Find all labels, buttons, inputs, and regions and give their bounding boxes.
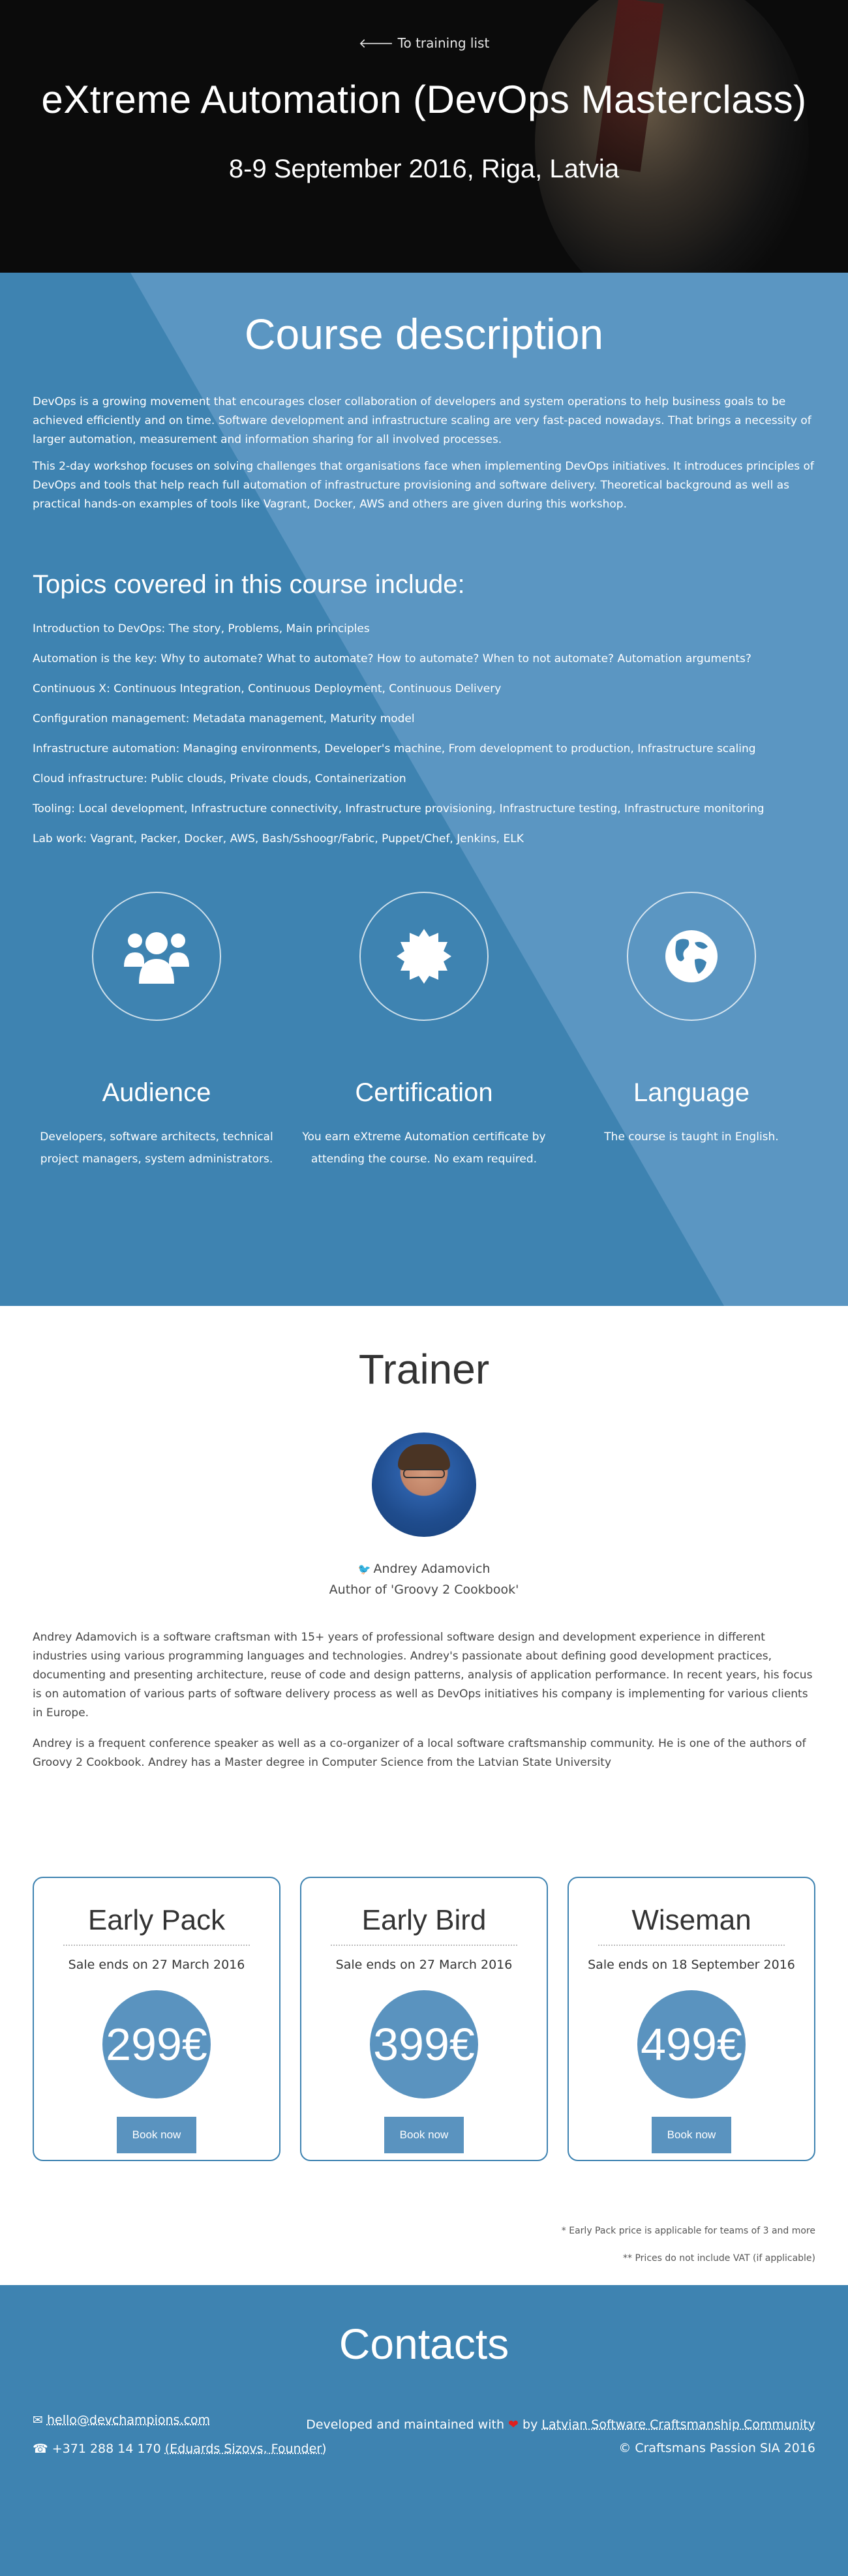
email-link[interactable]: hello@devchampions.com <box>47 2413 210 2427</box>
feature-circle <box>359 892 489 1021</box>
pricing-note-2: ** Prices do not include VAT (if applica… <box>623 2253 815 2264</box>
list-item: Tooling: Local development, Infrastructu… <box>33 802 765 815</box>
feature-title: Certification <box>355 1078 493 1107</box>
pricing-note-1: * Early Pack price is applicable for tea… <box>561 2226 815 2236</box>
trainer-bio-paragraph-1: Andrey Adamovich is a software craftsman… <box>33 1631 813 1720</box>
divider <box>598 1945 785 1946</box>
divider <box>331 1945 517 1946</box>
feature-text: You earn eXtreme Automation certificate … <box>302 1130 546 1166</box>
sale-end-date: Sale ends on 27 March 2016 <box>68 1958 245 1972</box>
course-date-location: 8-9 September 2016, Riga, Latvia <box>228 155 620 183</box>
divider <box>63 1945 250 1946</box>
envelope-icon: ✉ <box>33 2413 43 2427</box>
pricing-cards: Early Pack Sale ends on 27 March 2016 29… <box>33 1877 815 2161</box>
trainer-name-line[interactable]: 🐦 Andrey Adamovich <box>33 1562 815 1576</box>
globe-icon <box>665 930 718 982</box>
list-item: Infrastructure automation: Managing envi… <box>33 742 756 755</box>
sale-end-date: Sale ends on 27 March 2016 <box>335 1958 513 1972</box>
trainer-bio-paragraph-2: Andrey is a frequent conference speaker … <box>33 1737 806 1769</box>
trophy-background-image <box>535 0 809 273</box>
avatar <box>372 1432 476 1537</box>
book-now-button[interactable]: Book now <box>116 2117 197 2153</box>
feature-text: Developers, software architects, technic… <box>40 1130 273 1166</box>
feature-list: Audience Developers, software architects… <box>33 892 815 1170</box>
pricing-card-early-pack: Early Pack Sale ends on 27 March 2016 29… <box>33 1877 280 2161</box>
phone-number: +371 288 14 170 <box>52 2442 161 2456</box>
list-item: Lab work: Vagrant, Packer, Docker, AWS, … <box>33 832 524 845</box>
book-now-button[interactable]: Book now <box>651 2117 732 2153</box>
topics-list: Introduction to DevOps: The story, Probl… <box>33 622 815 846</box>
book-now-button[interactable]: Book now <box>384 2117 464 2153</box>
topics-heading: Topics covered in this course include: <box>33 570 465 599</box>
credits: Developed and maintained with ❤ by Latvi… <box>306 2413 815 2460</box>
hero-header: 🡐 To training list eXtreme Automation (D… <box>0 0 848 273</box>
phone-line: ☎ +371 288 14 170 (Eduards Sizovs, Found… <box>33 2442 327 2456</box>
developed-text: Developed and maintained with <box>306 2417 504 2432</box>
price-badge: 499€ <box>637 1990 746 2099</box>
avatar-hair <box>398 1444 450 1470</box>
community-link[interactable]: Latvian Software Craftsmanship Community <box>541 2417 815 2432</box>
founder-link[interactable]: (Eduards Sizovs, Founder) <box>165 2442 327 2456</box>
list-item: Continuous X: Continuous Integration, Co… <box>33 682 502 695</box>
contacts-footer: Contacts ✉ hello@devchampions.com ☎ +371… <box>0 2285 848 2576</box>
feature-certification: Certification You earn eXtreme Automatio… <box>300 892 548 1170</box>
trainer-name[interactable]: Andrey Adamovich <box>373 1562 490 1576</box>
feature-text: The course is taught in English. <box>604 1130 779 1144</box>
course-title: eXtreme Automation (DevOps Masterclass) <box>41 78 807 121</box>
plan-name: Early Bird <box>361 1904 487 1936</box>
email-line: ✉ hello@devchampions.com <box>33 2413 327 2427</box>
pricing-card-wiseman: Wiseman Sale ends on 18 September 2016 4… <box>568 1877 815 2161</box>
list-item: Configuration management: Metadata manag… <box>33 712 415 725</box>
pricing-card-early-bird: Early Bird Sale ends on 27 March 2016 39… <box>300 1877 548 2161</box>
by-text: by <box>522 2417 538 2432</box>
plan-name: Early Pack <box>87 1904 226 1936</box>
feature-language: Language The course is taught in English… <box>568 892 815 1170</box>
list-item: Automation is the key: Why to automate? … <box>33 652 751 665</box>
heart-icon: ❤ <box>508 2417 519 2432</box>
price-badge: 299€ <box>102 1990 211 2099</box>
list-item: Introduction to DevOps: The story, Probl… <box>33 622 370 635</box>
twitter-icon[interactable]: 🐦 <box>358 1563 371 1575</box>
course-description-section: Course description DevOps is a growing m… <box>0 273 848 1306</box>
contacts-heading: Contacts <box>339 2320 509 2368</box>
plan-name: Wiseman <box>631 1904 751 1936</box>
feature-audience: Audience Developers, software architects… <box>33 892 280 1170</box>
feature-title: Language <box>633 1078 750 1107</box>
copyright-text: © Craftsmans Passion SIA 2016 <box>618 2441 815 2455</box>
trainer-section: Trainer 🐦 Andrey Adamovich Author of 'Gro… <box>0 1306 848 2285</box>
pricing-notes: * Early Pack price is applicable for tea… <box>33 2217 815 2272</box>
developed-by-line: Developed and maintained with ❤ by Latvi… <box>306 2413 815 2436</box>
list-item: Cloud infrastructure: Public clouds, Pri… <box>33 772 406 785</box>
trainer-heading: Trainer <box>358 1346 490 1393</box>
feature-circle <box>92 892 221 1021</box>
avatar-glasses <box>403 1469 445 1478</box>
trainer-role: Author of 'Groovy 2 Cookbook' <box>329 1583 519 1597</box>
feature-circle <box>627 892 756 1021</box>
course-description-heading: Course description <box>244 310 604 358</box>
description-paragraph-1: DevOps is a growing movement that encour… <box>33 395 811 446</box>
certificate-icon <box>397 929 451 984</box>
price-badge: 399€ <box>370 1990 478 2099</box>
contact-details: ✉ hello@devchampions.com ☎ +371 288 14 1… <box>33 2413 327 2470</box>
phone-icon: ☎ <box>33 2442 48 2456</box>
feature-title: Audience <box>102 1078 211 1107</box>
back-to-training-list-link[interactable]: 🡐 To training list <box>359 0 490 51</box>
sale-end-date: Sale ends on 18 September 2016 <box>588 1958 795 1972</box>
description-paragraph-2: This 2-day workshop focuses on solving c… <box>33 460 814 511</box>
users-icon <box>124 932 189 984</box>
